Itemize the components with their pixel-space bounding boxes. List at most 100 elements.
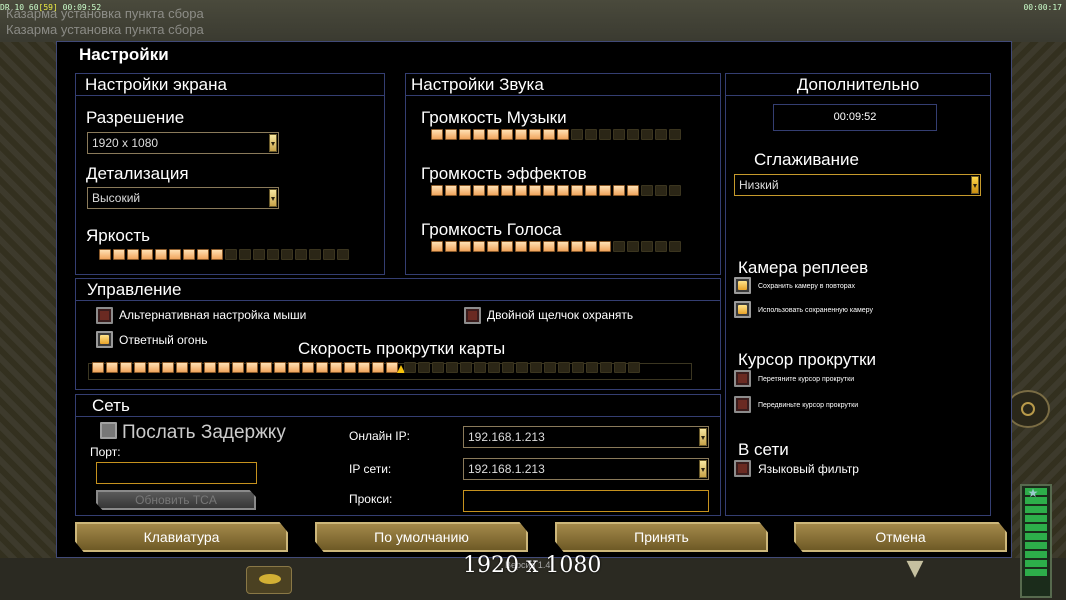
- slider-segment[interactable]: [267, 249, 279, 260]
- cancel-button[interactable]: Отмена: [794, 522, 1007, 552]
- slider-segment[interactable]: [501, 185, 513, 196]
- double-click-guard-checkbox[interactable]: [464, 307, 481, 324]
- slider-segment[interactable]: [372, 362, 384, 373]
- slider-segment[interactable]: [543, 241, 555, 252]
- slider-segment[interactable]: [585, 129, 597, 140]
- slider-segment[interactable]: [557, 129, 569, 140]
- radar-icon[interactable]: [1006, 390, 1050, 428]
- slider-segment[interactable]: [627, 241, 639, 252]
- slider-segment[interactable]: [571, 129, 583, 140]
- slider-segment[interactable]: [92, 362, 104, 373]
- slider-segment[interactable]: [106, 362, 118, 373]
- slider-segment[interactable]: [641, 129, 653, 140]
- slider-segment[interactable]: [599, 185, 611, 196]
- slider-segment[interactable]: [253, 249, 265, 260]
- slider-segment[interactable]: [515, 241, 527, 252]
- slider-segment[interactable]: [134, 362, 146, 373]
- slider-segment[interactable]: [529, 129, 541, 140]
- slider-segment[interactable]: [558, 362, 570, 373]
- language-filter-checkbox[interactable]: [734, 460, 751, 477]
- slider-segment[interactable]: [655, 129, 667, 140]
- slider-segment[interactable]: [669, 185, 681, 196]
- slider-segment[interactable]: [641, 241, 653, 252]
- slider-segment[interactable]: [543, 129, 555, 140]
- slider-segment[interactable]: [260, 362, 272, 373]
- slider-segment[interactable]: [585, 241, 597, 252]
- move-scroll-cursor-checkbox[interactable]: [734, 396, 751, 413]
- slider-segment[interactable]: [501, 129, 513, 140]
- slider-segment[interactable]: [585, 185, 597, 196]
- voice-volume-slider[interactable]: [431, 241, 681, 252]
- slider-segment[interactable]: [530, 362, 542, 373]
- resolution-dropdown[interactable]: 1920 x 1080: [87, 132, 279, 154]
- slider-segment[interactable]: [515, 185, 527, 196]
- accept-button[interactable]: Принять: [555, 522, 768, 552]
- slider-segment[interactable]: [557, 185, 569, 196]
- slider-segment[interactable]: [572, 362, 584, 373]
- slider-segment[interactable]: [600, 362, 612, 373]
- slider-segment[interactable]: [404, 362, 416, 373]
- slider-segment[interactable]: [316, 362, 328, 373]
- music-volume-slider[interactable]: [431, 129, 681, 140]
- proxy-input[interactable]: [463, 490, 709, 512]
- slider-segment[interactable]: [431, 185, 443, 196]
- slider-segment[interactable]: [113, 249, 125, 260]
- slider-segment[interactable]: [613, 129, 625, 140]
- slider-segment[interactable]: [445, 241, 457, 252]
- slider-segment[interactable]: [127, 249, 139, 260]
- detail-dropdown[interactable]: Высокий: [87, 187, 279, 209]
- slider-segment[interactable]: [445, 185, 457, 196]
- slider-segment[interactable]: [445, 129, 457, 140]
- slider-segment[interactable]: [627, 129, 639, 140]
- slider-segment[interactable]: [183, 249, 195, 260]
- slider-segment[interactable]: [162, 362, 174, 373]
- slider-segment[interactable]: [460, 362, 472, 373]
- slider-segment[interactable]: [281, 249, 293, 260]
- slider-segment[interactable]: [99, 249, 111, 260]
- slider-segment[interactable]: [627, 185, 639, 196]
- slider-segment[interactable]: [529, 241, 541, 252]
- slider-segment[interactable]: [474, 362, 486, 373]
- slider-segment[interactable]: [337, 249, 349, 260]
- slider-segment[interactable]: [628, 362, 640, 373]
- update-tca-button[interactable]: Обновить TCA: [96, 490, 256, 510]
- slider-segment[interactable]: [487, 185, 499, 196]
- slider-segment[interactable]: [557, 241, 569, 252]
- slider-segment[interactable]: [669, 241, 681, 252]
- scroll-speed-slider[interactable]: [92, 362, 640, 373]
- slider-segment[interactable]: [544, 362, 556, 373]
- slider-segment[interactable]: [459, 241, 471, 252]
- slider-segment[interactable]: [473, 129, 485, 140]
- slider-segment[interactable]: [148, 362, 160, 373]
- slider-segment[interactable]: [613, 241, 625, 252]
- slider-segment[interactable]: [204, 362, 216, 373]
- use-saved-camera-checkbox[interactable]: [734, 301, 751, 318]
- antialias-dropdown[interactable]: Низкий: [734, 174, 981, 196]
- slider-segment[interactable]: [501, 241, 513, 252]
- lan-ip-dropdown[interactable]: 192.168.1.213: [463, 458, 709, 480]
- drag-scroll-cursor-checkbox[interactable]: [734, 370, 751, 387]
- slider-segment[interactable]: [176, 362, 188, 373]
- slider-segment[interactable]: [225, 249, 237, 260]
- return-fire-checkbox[interactable]: [96, 331, 113, 348]
- slider-segment[interactable]: [669, 129, 681, 140]
- slider-segment[interactable]: [323, 249, 335, 260]
- slider-segment[interactable]: [446, 362, 458, 373]
- save-replay-camera-checkbox[interactable]: [734, 277, 751, 294]
- slider-segment[interactable]: [274, 362, 286, 373]
- port-input[interactable]: [96, 462, 257, 484]
- slider-segment[interactable]: [169, 249, 181, 260]
- slider-segment[interactable]: [239, 249, 251, 260]
- slider-segment[interactable]: [218, 362, 230, 373]
- brightness-slider[interactable]: [99, 249, 349, 260]
- slider-segment[interactable]: [302, 362, 314, 373]
- slider-segment[interactable]: [459, 129, 471, 140]
- slider-segment[interactable]: [120, 362, 132, 373]
- slider-segment[interactable]: [197, 249, 209, 260]
- slider-segment[interactable]: [418, 362, 430, 373]
- slider-segment[interactable]: [459, 185, 471, 196]
- slider-segment[interactable]: [571, 241, 583, 252]
- slider-segment[interactable]: [473, 241, 485, 252]
- slider-segment[interactable]: [473, 185, 485, 196]
- slider-segment[interactable]: [516, 362, 528, 373]
